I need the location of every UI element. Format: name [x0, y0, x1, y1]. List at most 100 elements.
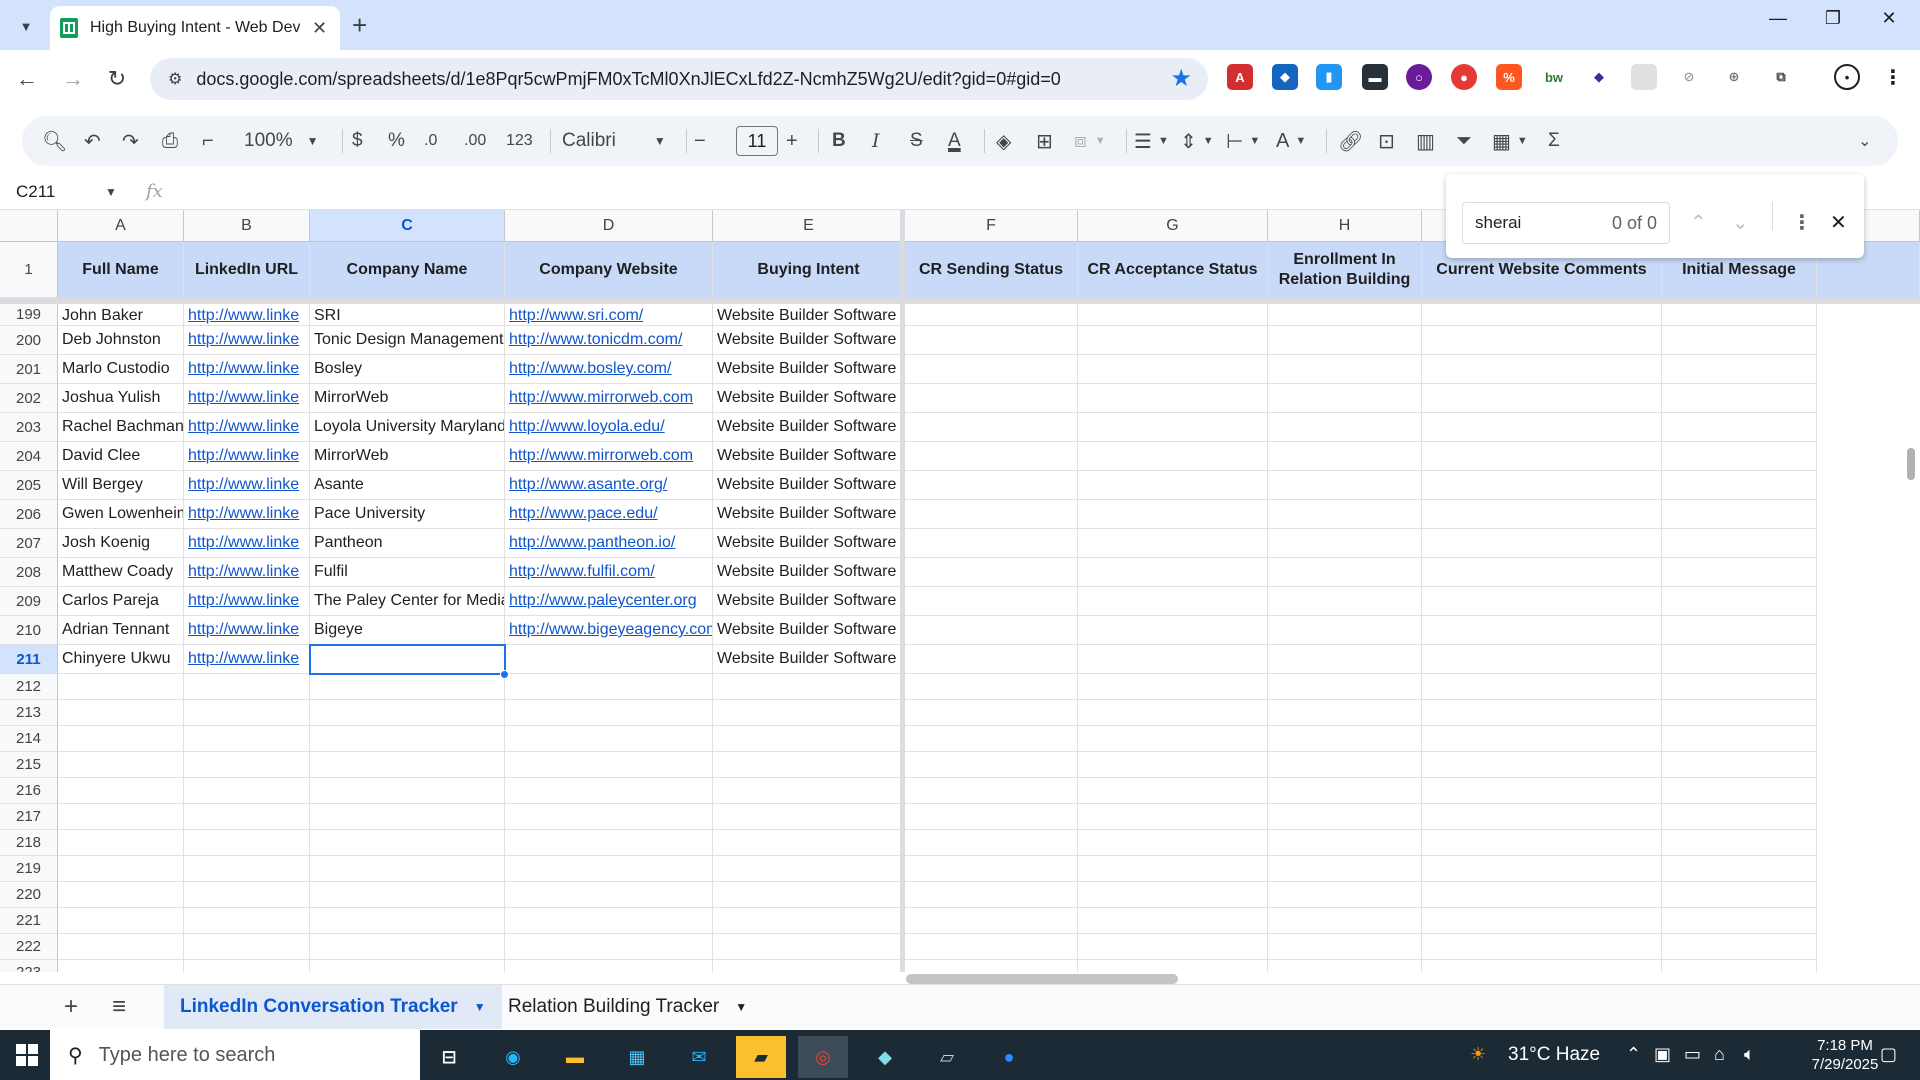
doc-extension-icon[interactable]: ▮: [1316, 64, 1342, 90]
cell-intent[interactable]: Website Builder Software: [713, 384, 905, 413]
find-more-options-icon[interactable]: ⋮: [1792, 210, 1812, 235]
cell-empty[interactable]: [1662, 778, 1817, 804]
row-header[interactable]: 205: [0, 471, 58, 500]
cell-empty[interactable]: [1422, 529, 1662, 558]
restore-button[interactable]: ❐: [1810, 8, 1856, 29]
cell-name[interactable]: David Clee: [58, 442, 184, 471]
row-header[interactable]: 215: [0, 752, 58, 778]
cell-empty[interactable]: [1662, 413, 1817, 442]
cell-empty[interactable]: [184, 882, 310, 908]
row-header[interactable]: 213: [0, 700, 58, 726]
notifications-icon[interactable]: ▢: [1880, 1044, 1897, 1065]
cell-empty[interactable]: [905, 882, 1078, 908]
cell-empty[interactable]: [905, 442, 1078, 471]
font-size-input[interactable]: 11: [736, 126, 778, 156]
cell-empty[interactable]: [905, 752, 1078, 778]
undo-icon[interactable]: ↶: [84, 129, 101, 153]
percent-format-button[interactable]: %: [388, 129, 405, 153]
redo-icon[interactable]: ↷: [122, 129, 139, 153]
cell-empty[interactable]: [1662, 587, 1817, 616]
search-menus-icon[interactable]: 🔍︎: [42, 129, 67, 153]
cell-empty[interactable]: [1268, 856, 1422, 882]
cell-linkedin[interactable]: http://www.linke: [184, 471, 310, 500]
cell-empty[interactable]: [1422, 413, 1662, 442]
row-header[interactable]: 217: [0, 804, 58, 830]
cell-website[interactable]: http://www.pantheon.io/: [505, 529, 713, 558]
tab-search-button[interactable]: ▼: [12, 12, 40, 40]
chrome-browser-icon[interactable]: ◎: [798, 1036, 848, 1078]
cell-empty[interactable]: [1268, 882, 1422, 908]
cell-empty[interactable]: [1078, 442, 1268, 471]
cell-empty[interactable]: [1422, 616, 1662, 645]
cell-empty[interactable]: [905, 326, 1078, 355]
cell-empty[interactable]: [1078, 752, 1268, 778]
sticky-notes-icon[interactable]: ▰: [736, 1036, 786, 1078]
insert-comment-icon[interactable]: ⊡: [1378, 129, 1395, 153]
italic-button[interactable]: I: [872, 129, 880, 153]
header-cell[interactable]: Buying Intent: [713, 242, 905, 298]
cell-linkedin[interactable]: http://www.linke: [184, 529, 310, 558]
cell-name[interactable]: Deb Johnston: [58, 326, 184, 355]
cell-name[interactable]: Rachel Bachman: [58, 413, 184, 442]
cell-empty[interactable]: [905, 700, 1078, 726]
row-header[interactable]: 211: [0, 645, 58, 674]
cell-empty[interactable]: [1078, 471, 1268, 500]
shield-extension-icon[interactable]: ◆: [1272, 64, 1298, 90]
fill-color-icon[interactable]: ◈: [996, 129, 1011, 153]
cell-empty[interactable]: [1662, 882, 1817, 908]
cell-website[interactable]: http://www.mirrorweb.com: [505, 384, 713, 413]
cell-empty[interactable]: [905, 616, 1078, 645]
select-all-corner[interactable]: [0, 210, 58, 242]
bold-button[interactable]: B: [832, 129, 846, 153]
cell-empty[interactable]: [310, 908, 505, 934]
cell-intent[interactable]: Website Builder Software: [713, 558, 905, 587]
row-header[interactable]: 212: [0, 674, 58, 700]
cell-website[interactable]: http://www.pace.edu/: [505, 500, 713, 529]
header-cell[interactable]: CR Acceptance Status: [1078, 242, 1268, 298]
cell-empty[interactable]: [58, 804, 184, 830]
cell-empty[interactable]: [1662, 384, 1817, 413]
cell-empty[interactable]: [1268, 442, 1422, 471]
cell-empty[interactable]: [905, 960, 1078, 972]
cell-linkedin[interactable]: http://www.linke: [184, 587, 310, 616]
cell-empty[interactable]: [1422, 384, 1662, 413]
cell-name[interactable]: Matthew Coady: [58, 558, 184, 587]
globe-extension-icon[interactable]: ⊕: [1721, 64, 1747, 90]
cell-empty[interactable]: [505, 908, 713, 934]
cell-name[interactable]: Chinyere Ukwu: [58, 645, 184, 674]
notepad-icon[interactable]: ▱: [922, 1036, 972, 1078]
cell-linkedin[interactable]: http://www.linke: [184, 645, 310, 674]
cell-empty[interactable]: [1662, 558, 1817, 587]
cell-company[interactable]: SRI: [310, 304, 505, 326]
cell-empty[interactable]: [905, 726, 1078, 752]
cell-empty[interactable]: [58, 752, 184, 778]
cell-empty[interactable]: [1662, 674, 1817, 700]
site-info-icon[interactable]: ⚙: [168, 69, 182, 89]
cell-name[interactable]: Will Bergey: [58, 471, 184, 500]
row-header[interactable]: 1: [0, 242, 58, 298]
cell-empty[interactable]: [310, 726, 505, 752]
cell-linkedin[interactable]: http://www.linke: [184, 326, 310, 355]
cell-linkedin[interactable]: http://www.linke: [184, 558, 310, 587]
browser-menu-icon[interactable]: ⋮: [1880, 64, 1906, 90]
cell-empty[interactable]: [1422, 778, 1662, 804]
merge-cells-icon[interactable]: ⧈ ▼: [1074, 129, 1106, 153]
cell-linkedin[interactable]: http://www.linke: [184, 442, 310, 471]
cell-empty[interactable]: [905, 830, 1078, 856]
cell-website[interactable]: http://www.sri.com/: [505, 304, 713, 326]
cell-empty[interactable]: [713, 882, 905, 908]
cell-empty[interactable]: [310, 830, 505, 856]
windows-start-icon[interactable]: [16, 1044, 38, 1066]
compass-extension-icon[interactable]: ⊘: [1676, 64, 1702, 90]
cell-empty[interactable]: [1422, 700, 1662, 726]
cell-empty[interactable]: [1662, 645, 1817, 674]
cell-empty[interactable]: [905, 413, 1078, 442]
cell-company[interactable]: MirrorWeb: [310, 384, 505, 413]
cell-empty[interactable]: [713, 700, 905, 726]
cell-empty[interactable]: [1078, 856, 1268, 882]
cell-empty[interactable]: [1422, 471, 1662, 500]
cell-empty[interactable]: [1662, 471, 1817, 500]
cell-empty[interactable]: [905, 674, 1078, 700]
more-formats-button[interactable]: 123: [506, 129, 533, 153]
cell-empty[interactable]: [310, 700, 505, 726]
